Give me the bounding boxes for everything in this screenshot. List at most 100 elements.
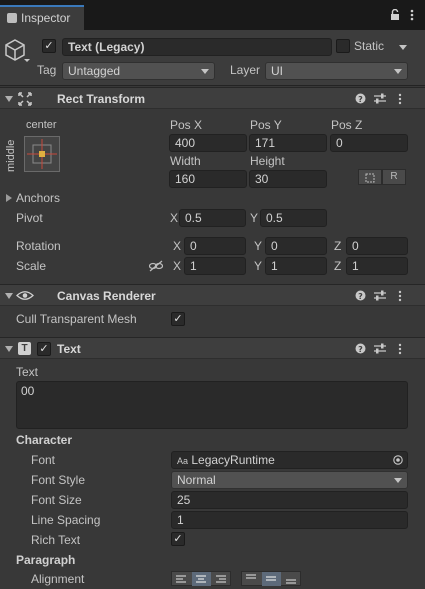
scale-z-axis: Z — [334, 259, 342, 273]
cull-transparent-mesh-label: Cull Transparent Mesh — [16, 312, 137, 326]
active-checkbox[interactable]: ✓ — [42, 39, 56, 53]
anchor-preset-icon — [27, 139, 57, 169]
align-top-icon — [246, 574, 256, 579]
text-enabled-checkbox[interactable]: ✓ — [37, 342, 51, 356]
rich-text-label: Rich Text — [31, 533, 81, 547]
paragraph-section-label: Paragraph — [16, 553, 76, 567]
kebab-menu-icon[interactable] — [410, 9, 414, 21]
object-picker-icon[interactable] — [393, 455, 403, 465]
align-bottom-icon — [286, 579, 296, 584]
rect-transform-header[interactable]: Rect Transform ? — [0, 87, 425, 109]
tag-value: Untagged — [68, 64, 121, 78]
text-component-icon: T — [18, 342, 31, 355]
scale-y-input[interactable]: 1 — [265, 257, 327, 275]
text-value-textarea[interactable]: 00 — [16, 381, 408, 429]
vertical-alignment-group — [241, 571, 301, 586]
pos-z-label: Pos Z — [331, 118, 363, 132]
foldout-arrow-icon[interactable] — [5, 293, 13, 299]
anchors-foldout-icon[interactable] — [6, 194, 12, 202]
pivot-y-axis: Y — [250, 211, 259, 225]
blueprint-mode-button[interactable] — [358, 169, 382, 185]
canvas-renderer-title: Canvas Renderer — [57, 289, 156, 303]
font-style-label: Font Style — [31, 473, 86, 487]
help-icon[interactable]: ? — [355, 343, 366, 354]
tab-bar: Inspector — [0, 0, 425, 30]
static-checkbox[interactable] — [336, 39, 350, 53]
rotation-z-axis: Z — [334, 239, 342, 253]
pos-z-input[interactable]: 0 — [330, 134, 408, 152]
preset-sliders-icon[interactable] — [374, 93, 386, 104]
pos-x-input[interactable]: 400 — [169, 134, 247, 152]
rotation-y-input[interactable]: 0 — [265, 237, 327, 255]
rotation-z-input[interactable]: 0 — [346, 237, 408, 255]
component-menu-icon[interactable] — [398, 343, 402, 355]
anchor-h-label: center — [26, 119, 57, 131]
help-icon[interactable]: ? — [355, 290, 366, 301]
font-size-input[interactable]: 25 — [171, 491, 408, 509]
height-label: Height — [250, 154, 285, 168]
chevron-down-icon — [201, 69, 209, 74]
height-input[interactable]: 30 — [249, 170, 327, 188]
preset-sliders-icon[interactable] — [374, 343, 386, 354]
component-menu-icon[interactable] — [398, 290, 402, 302]
rotation-x-input[interactable]: 0 — [184, 237, 246, 255]
anchors-label[interactable]: Anchors — [16, 191, 60, 205]
rotation-x-axis: X — [173, 239, 182, 253]
svg-text:?: ? — [358, 345, 363, 354]
foldout-arrow-icon[interactable] — [5, 346, 13, 352]
rich-text-checkbox[interactable]: ✓ — [171, 532, 185, 546]
static-dropdown-icon[interactable] — [399, 45, 407, 50]
pivot-y-input[interactable]: 0.5 — [260, 209, 327, 227]
scale-x-axis: X — [173, 259, 182, 273]
rect-transform-icon — [18, 92, 32, 106]
layer-dropdown[interactable]: UI — [265, 62, 408, 80]
horizontal-alignment-group — [171, 571, 231, 586]
pos-x-label: Pos X — [170, 118, 203, 132]
anchor-preset-button[interactable] — [24, 136, 60, 172]
font-style-dropdown[interactable]: Normal — [171, 471, 408, 489]
preset-sliders-icon[interactable] — [374, 290, 386, 301]
line-spacing-input[interactable]: 1 — [171, 511, 408, 529]
canvas-renderer-header[interactable]: Canvas Renderer ? — [0, 284, 425, 306]
svg-text:?: ? — [358, 95, 363, 104]
font-size-label: Font Size — [31, 493, 82, 507]
pivot-x-input[interactable]: 0.5 — [179, 209, 246, 227]
object-name-input[interactable]: Text (Legacy) — [62, 38, 332, 56]
cull-transparent-mesh-checkbox[interactable]: ✓ — [171, 312, 185, 326]
font-style-value: Normal — [177, 473, 216, 487]
width-label: Width — [170, 154, 201, 168]
tab-inspector-label: Inspector — [21, 11, 71, 25]
pivot-x-axis: X — [170, 211, 179, 225]
svg-text:?: ? — [358, 292, 363, 301]
alignment-label: Alignment — [31, 572, 85, 586]
text-component-title: Text — [57, 342, 81, 356]
constrain-proportions-icon[interactable] — [149, 260, 163, 272]
layer-value: UI — [271, 64, 283, 78]
raw-edit-button[interactable]: R — [382, 169, 406, 185]
character-section-label: Character — [16, 433, 73, 447]
scale-label: Scale — [16, 259, 47, 273]
tab-inspector[interactable]: Inspector — [0, 5, 84, 30]
component-menu-icon[interactable] — [398, 93, 402, 105]
font-label: Font — [31, 453, 56, 467]
scale-z-input[interactable]: 1 — [346, 257, 408, 275]
align-right-icon — [216, 575, 226, 583]
scale-x-input[interactable]: 1 — [184, 257, 246, 275]
info-icon — [7, 13, 17, 23]
eye-icon — [16, 291, 34, 300]
pos-y-label: Pos Y — [250, 118, 282, 132]
lock-icon[interactable] — [390, 9, 400, 21]
chevron-down-icon — [394, 69, 402, 74]
help-icon[interactable]: ? — [355, 93, 366, 104]
gameobject-cube-icon[interactable] — [4, 38, 30, 64]
tag-dropdown[interactable]: Untagged — [62, 62, 215, 80]
foldout-arrow-icon[interactable] — [5, 96, 13, 102]
text-field-label: Text — [16, 365, 39, 379]
width-input[interactable]: 160 — [169, 170, 247, 188]
anchor-v-label: middle — [5, 139, 17, 172]
chevron-down-icon — [394, 478, 402, 483]
pos-y-input[interactable]: 171 — [249, 134, 327, 152]
rotation-label: Rotation — [16, 239, 61, 253]
font-object-field[interactable]: Aa LegacyRuntime — [171, 451, 408, 469]
text-component-header[interactable]: T ✓ Text ? — [0, 337, 425, 359]
